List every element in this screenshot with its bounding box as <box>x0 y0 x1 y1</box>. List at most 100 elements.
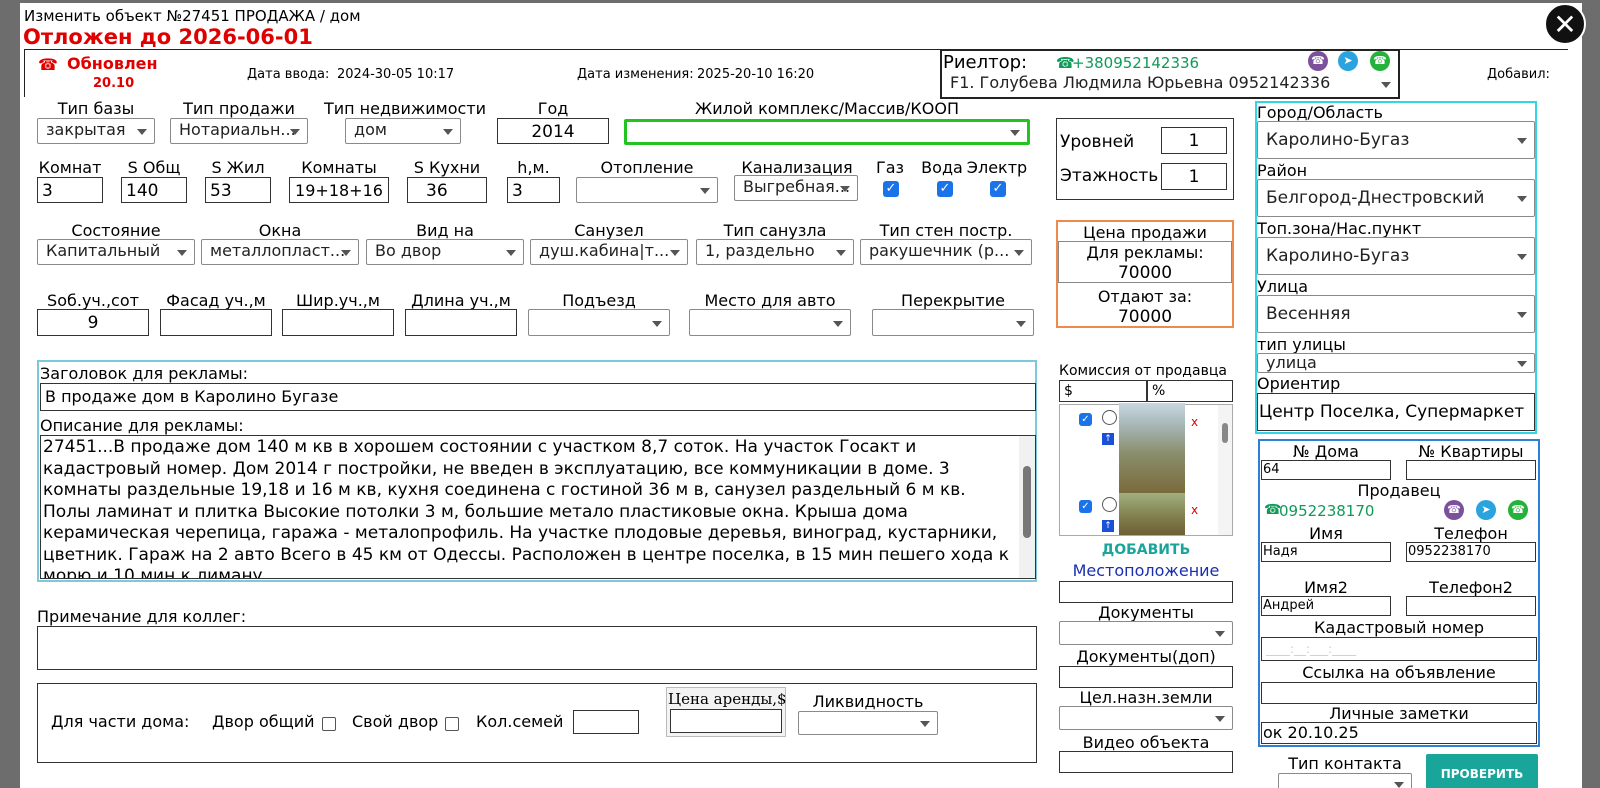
video-input[interactable] <box>1059 751 1233 773</box>
commission-pct-input[interactable]: % <box>1147 380 1233 402</box>
levels-input[interactable]: 1 <box>1161 127 1227 154</box>
families-input[interactable] <box>573 710 639 734</box>
district-select[interactable]: Белгород-Днестровский <box>1257 179 1535 217</box>
sale-type-select[interactable]: Нотариальн... <box>170 118 308 144</box>
commission-usd-input[interactable]: $ <box>1059 380 1147 402</box>
name-input[interactable]: Надя <box>1261 542 1391 562</box>
phone-input[interactable]: 0952238170 <box>1406 542 1536 562</box>
give-price-value[interactable]: 70000 <box>1058 308 1232 326</box>
electric-checkbox[interactable]: ✓ <box>990 181 1006 197</box>
contact-type-select[interactable] <box>1278 773 1412 788</box>
rooms-sizes-input[interactable]: 19+18+16 <box>289 177 389 203</box>
photo2-checkbox[interactable]: ✓ <box>1079 500 1092 513</box>
rent-input[interactable] <box>670 709 782 733</box>
seller-whatsapp-icon[interactable]: ☎ <box>1508 500 1528 520</box>
seller-phone[interactable]: 0952238170 <box>1279 502 1374 520</box>
parking-select[interactable] <box>689 309 851 336</box>
description-scrollbar[interactable] <box>1019 436 1035 578</box>
photo2-radio[interactable] <box>1102 497 1117 512</box>
base-type-select[interactable]: закрытая <box>37 118 155 144</box>
notes-input[interactable]: ок 20.10.25 <box>1261 722 1537 744</box>
bathroom-select[interactable]: душ.кабина|т... <box>530 239 688 265</box>
s-living-input[interactable]: 53 <box>205 177 271 203</box>
photos-scrollbar-thumb[interactable] <box>1222 423 1228 443</box>
rooms-input[interactable]: 3 <box>37 177 103 203</box>
house-no-label: № Дома <box>1293 442 1359 461</box>
close-icon[interactable]: ✕ <box>1544 3 1586 45</box>
facade-input[interactable] <box>160 309 272 336</box>
photo1-radio[interactable] <box>1102 410 1117 425</box>
gas-checkbox[interactable]: ✓ <box>883 181 899 197</box>
zone-select[interactable]: Каролино-Бугаз <box>1257 237 1535 275</box>
phone2-input[interactable] <box>1406 596 1536 616</box>
width-label: Шир.уч.,м <box>296 291 380 310</box>
headline-input[interactable]: В продаже дом в Каролино Бугазе <box>40 383 1036 411</box>
cadastral-input[interactable]: ____:__:___:____ <box>1261 637 1537 661</box>
house-no-input[interactable]: 64 <box>1261 460 1391 480</box>
heating-select[interactable] <box>576 177 718 203</box>
liquidity-select[interactable] <box>798 711 938 735</box>
width-input[interactable] <box>282 309 394 336</box>
colleague-note-textarea[interactable] <box>37 626 1037 670</box>
bathroom-type-select[interactable]: 1, раздельно <box>696 239 854 265</box>
entrance-select[interactable] <box>528 309 670 336</box>
city-label: Город/Область <box>1257 103 1383 122</box>
length-input[interactable] <box>405 309 517 336</box>
floors-input[interactable]: 1 <box>1161 163 1227 190</box>
check-button[interactable]: ПРОВЕРИТЬ <box>1426 754 1538 788</box>
seller-viber-icon[interactable]: ☎ <box>1444 500 1464 520</box>
ad-link-input[interactable] <box>1261 682 1537 704</box>
s-kitchen-input[interactable]: 36 <box>407 177 487 203</box>
overlap-select[interactable] <box>872 309 1034 336</box>
street-select[interactable]: Весенняя <box>1257 295 1535 333</box>
windows-select[interactable]: металлопласт... <box>201 239 359 265</box>
yard-common-checkbox[interactable] <box>322 717 336 731</box>
apt-no-input[interactable] <box>1406 460 1536 480</box>
seller-telegram-icon[interactable]: ➤ <box>1476 500 1496 520</box>
realtor-phone[interactable]: +380952142336 <box>1072 54 1199 72</box>
scrollbar-thumb[interactable] <box>1023 466 1031 538</box>
photo2-delete-icon[interactable]: x <box>1191 503 1198 517</box>
photo2-thumbnail[interactable] <box>1119 493 1185 535</box>
seller-label: Продавец <box>1357 481 1441 500</box>
floors-label: Этажность <box>1060 166 1159 186</box>
property-type-select[interactable]: дом <box>345 118 461 144</box>
condition-select[interactable]: Капитальный <box>37 239 195 265</box>
complex-select[interactable] <box>624 119 1030 145</box>
documents-extra-input[interactable] <box>1059 666 1233 688</box>
sewer-select[interactable]: Выгребная... <box>734 175 858 201</box>
water-checkbox[interactable]: ✓ <box>937 181 953 197</box>
photo1-thumbnail[interactable] <box>1119 403 1185 493</box>
modal-title: Изменить объект №27451 ПРОДАЖА / дом <box>24 7 361 25</box>
location-input[interactable] <box>1059 581 1233 603</box>
families-label: Кол.семей <box>476 712 564 731</box>
plot-input[interactable]: 9 <box>37 309 149 336</box>
land-purpose-select[interactable] <box>1059 706 1233 730</box>
city-select[interactable]: Каролино-Бугаз <box>1257 121 1535 159</box>
photo1-up-icon[interactable]: ↑ <box>1102 433 1114 445</box>
location-link[interactable]: Местоположение <box>1059 562 1233 580</box>
street-label: Улица <box>1257 277 1309 296</box>
name2-input[interactable]: Андрей <box>1261 596 1391 616</box>
height-input[interactable]: 3 <box>507 177 560 203</box>
photo2-up-icon[interactable]: ↑ <box>1102 520 1114 532</box>
telegram-icon[interactable]: ➤ <box>1338 51 1358 71</box>
whatsapp-icon[interactable]: ☎ <box>1370 51 1390 71</box>
add-photo-button[interactable]: ДОБАВИТЬ <box>1059 541 1233 559</box>
description-textarea[interactable]: 27451...В продаже дом 140 м кв в хорошем… <box>40 435 1036 579</box>
realtor-select[interactable]: F1. Голубева Людмила Юрьевна 0952142336 <box>942 72 1398 96</box>
photo1-checkbox[interactable]: ✓ <box>1079 413 1092 426</box>
documents-select[interactable] <box>1059 621 1233 645</box>
own-yard-checkbox[interactable] <box>445 717 459 731</box>
viber-icon[interactable]: ☎ <box>1308 51 1328 71</box>
year-input[interactable]: 2014 <box>497 118 609 144</box>
ad-price-value[interactable]: 70000 <box>1058 264 1232 282</box>
walls-select[interactable]: ракушечник (р... <box>860 239 1032 265</box>
s-total-input[interactable]: 140 <box>121 177 187 203</box>
landmark-input[interactable]: Центр Поселка, Супермаркет <box>1257 393 1535 431</box>
change-date: 2025-20-10 16:20 <box>697 67 815 82</box>
street-type-select[interactable]: улица <box>1257 353 1535 373</box>
view-select[interactable]: Во двор <box>366 239 524 265</box>
photo1-delete-icon[interactable]: x <box>1191 415 1198 429</box>
photos-scrollbar[interactable] <box>1218 405 1232 535</box>
